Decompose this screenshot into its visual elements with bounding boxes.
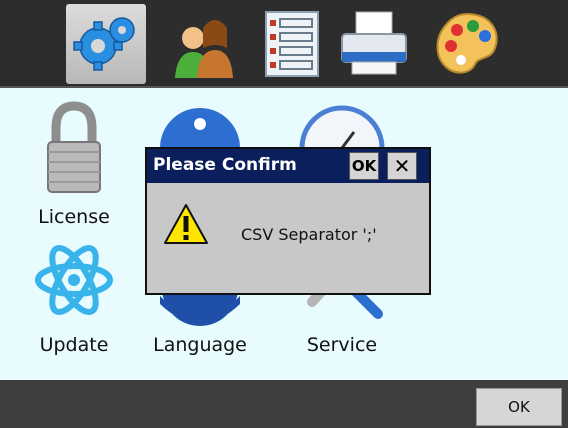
list-tab[interactable] [252, 4, 332, 84]
confirm-dialog: Please Confirm OK ✕ CSV Separator ';' [145, 147, 431, 295]
ok-button[interactable]: OK [476, 388, 562, 426]
users-tab[interactable] [163, 4, 243, 84]
gear-icon [73, 17, 135, 71]
dialog-message: CSV Separator ';' [241, 225, 377, 244]
update-label: Update [39, 334, 109, 356]
top-toolbar [0, 0, 568, 88]
atom-icon [35, 245, 113, 315]
license-app[interactable]: License [14, 98, 134, 238]
print-tab[interactable] [334, 4, 414, 84]
settings-tab[interactable] [66, 4, 146, 84]
language-label: Language [153, 334, 247, 356]
bottom-bar: OK [0, 380, 568, 428]
service-label: Service [306, 334, 378, 356]
update-app[interactable]: Update [14, 238, 134, 378]
dialog-close-button[interactable]: ✕ [387, 152, 417, 180]
printer-icon [341, 11, 407, 75]
warning-icon [164, 204, 208, 244]
list-icon [265, 11, 319, 77]
license-label: License [38, 206, 110, 228]
palette-icon [436, 12, 498, 74]
dialog-ok-button[interactable]: OK [349, 152, 379, 180]
appearance-tab[interactable] [427, 4, 507, 84]
dialog-titlebar: Please Confirm OK ✕ [147, 149, 429, 183]
dialog-title: Please Confirm [153, 155, 297, 175]
users-icon [175, 20, 233, 78]
padlock-icon [47, 101, 101, 193]
